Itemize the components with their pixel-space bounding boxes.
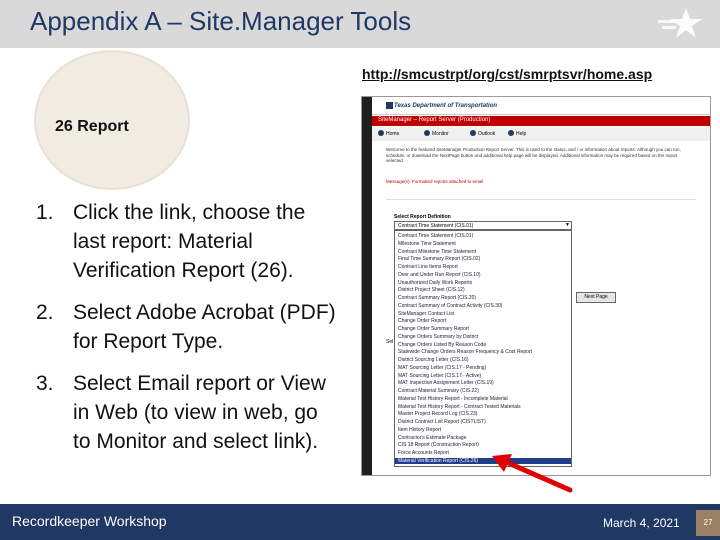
report-option[interactable]: Unauthorized Daily Work Reports: [398, 280, 472, 286]
nav-help[interactable]: Help: [516, 131, 526, 137]
app-title-bar: SiteManager – Report Server (Production): [372, 116, 710, 126]
report-option[interactable]: Contractor's Estimate Package: [398, 435, 466, 441]
select-report-label: Select Report Definition: [394, 214, 451, 220]
report-option[interactable]: Contract Milestone Time Statement: [398, 249, 476, 255]
step-number: 3.: [36, 372, 54, 395]
red-pointer-arrow-icon: [492, 454, 573, 493]
report-option[interactable]: Change Order Report: [398, 318, 446, 324]
org-name: Texas Department of Transportation: [394, 103, 498, 109]
footer-bar: Recordkeeper Workshop March 4, 2021: [0, 504, 720, 540]
select-hint: Sel: [386, 339, 394, 345]
report-option[interactable]: Over and Under Run Report (CIS.10): [398, 272, 481, 278]
message-text: Message(s): Formatted reports attached t…: [386, 179, 484, 184]
app-nav: Home Monitor Outlook Help: [372, 127, 710, 141]
report-option[interactable]: Change Orders Summary by District: [398, 334, 478, 340]
report-option[interactable]: Milestone Time Statement: [398, 241, 456, 247]
browser-sidebar: [362, 97, 372, 475]
workshop-name: Recordkeeper Workshop: [12, 513, 167, 529]
report-server-screenshot: Texas Department of Transportation SiteM…: [361, 96, 711, 476]
report-option[interactable]: Master Project Record Log (CIS.23): [398, 411, 477, 417]
next-page-button[interactable]: Next Page: [576, 292, 616, 303]
step-text: Select Email report or View in Web (to v…: [73, 372, 326, 453]
report-option[interactable]: Contract Line Items Report: [398, 264, 458, 270]
divider: [386, 199, 696, 200]
step-1: 1. Click the link, choose the last repor…: [36, 198, 336, 285]
report-option[interactable]: Change Order Summary Report: [398, 326, 469, 332]
help-icon: [508, 130, 514, 136]
report-option[interactable]: Material Test History Report - Incomplet…: [398, 396, 508, 402]
title-bar: Appendix A – Site.Manager Tools: [0, 0, 720, 48]
report-option[interactable]: Contract Material Summary (CIS.22): [398, 388, 479, 394]
chevron-down-icon[interactable]: ▼: [565, 222, 570, 228]
step-2: 2. Select Adobe Acrobat (PDF) for Report…: [36, 298, 336, 356]
txdot-logo-icon: [386, 102, 393, 109]
txdot-star-logo-icon: [658, 8, 702, 38]
step-number: 1.: [36, 201, 54, 224]
report-option[interactable]: District Sourcing Letter (CIS.16): [398, 357, 469, 363]
report-option[interactable]: Change Orders Listed By Reason Code: [398, 342, 486, 348]
home-icon: [378, 130, 384, 136]
report-option[interactable]: Contract Summary of Contract Activity (C…: [398, 303, 502, 309]
report-server-link[interactable]: http://smcustrpt/org/cst/smrptsvr/home.a…: [362, 66, 652, 82]
report-option[interactable]: SiteManager Contact List: [398, 311, 454, 317]
step-list: 1. Click the link, choose the last repor…: [36, 198, 336, 469]
report-option[interactable]: MAT Sourcing Letter (CIS.17 - Pending): [398, 365, 486, 371]
report-option[interactable]: Final Time Summary Report (CIS.02): [398, 256, 480, 262]
step-number: 2.: [36, 301, 54, 324]
step-text: Select Adobe Acrobat (PDF) for Report Ty…: [73, 301, 336, 353]
report-definition-select[interactable]: Contract Time Statement (CIS.01) ▼: [394, 221, 572, 230]
report-option[interactable]: MAT Inspection Assignment Letter (CIS.19…: [398, 380, 494, 386]
report-option[interactable]: District Project Sheet (CIS.12): [398, 287, 465, 293]
app-title: SiteManager – Report Server (Production): [378, 117, 491, 123]
outlook-icon: [470, 130, 476, 136]
nav-home[interactable]: Home: [386, 131, 399, 137]
report-option[interactable]: Item History Report: [398, 427, 441, 433]
welcome-text: Welcome to the featured SiteManager Prod…: [386, 147, 681, 163]
report-option[interactable]: Contract Summary Report (CIS.20): [398, 295, 476, 301]
report-option[interactable]: Force Accounts Report: [398, 450, 449, 456]
report-option[interactable]: Contract Time Statement (CIS.01): [398, 233, 473, 239]
step-text: Click the link, choose the last report: …: [73, 201, 306, 282]
selected-report: Contract Time Statement (CIS.01): [398, 223, 474, 229]
report-option[interactable]: District Contract List Report (CISTLIST): [398, 419, 486, 425]
step-3: 3. Select Email report or View in Web (t…: [36, 369, 336, 456]
monitor-icon: [424, 130, 430, 136]
report-options-list[interactable]: Contract Time Statement (CIS.01) Mileston…: [394, 230, 572, 467]
txdot-header: Texas Department of Transportation: [372, 97, 710, 115]
report-option[interactable]: CIS 18 Report (Construction Report): [398, 442, 479, 448]
slide-date: March 4, 2021: [603, 516, 680, 530]
report-option[interactable]: MAT Sourcing Letter (CIS.17 - Active): [398, 373, 481, 379]
page-number: 27: [703, 518, 713, 527]
report-option[interactable]: Material Test History Report - Contract …: [398, 404, 521, 410]
report-circle-label: 26 Report: [55, 118, 129, 135]
report-option[interactable]: Statewide Change Orders Reason Frequency…: [398, 349, 532, 355]
nav-monitor[interactable]: Monitor: [432, 131, 449, 137]
page-number-badge: 27: [696, 510, 720, 536]
nav-outlook[interactable]: Outlook: [478, 131, 495, 137]
slide-title: Appendix A – Site.Manager Tools: [30, 6, 412, 36]
